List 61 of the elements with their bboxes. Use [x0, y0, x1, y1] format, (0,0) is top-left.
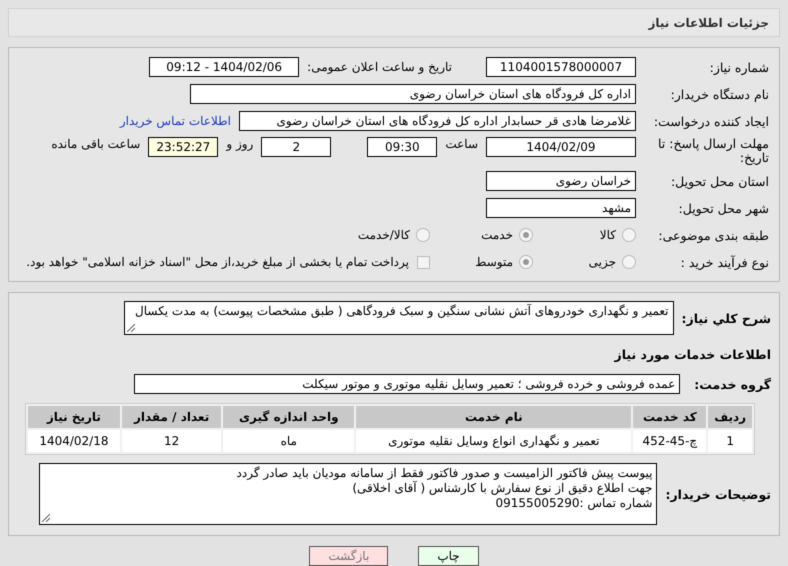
field-label: تاریخ و ساعت اعلان عمومی:: [307, 60, 452, 74]
province-field: خراسان رضوی: [486, 171, 636, 191]
field-label: گروه خدمت:: [694, 376, 771, 392]
table-cell: 1404/02/18: [28, 430, 120, 452]
radio-button[interactable]: [622, 228, 636, 242]
field-label: توضیحات خریدار:: [665, 486, 771, 502]
print-button[interactable]: چاپ: [418, 546, 479, 566]
contact-link[interactable]: اطلاعات تماس خریدار: [120, 114, 231, 128]
column-header: تاریخ نیاز: [28, 406, 120, 428]
table-cell: تعمیر و نگهداری انواع وسایل نقلیه موتوری: [356, 430, 632, 452]
field-label: مهلت ارسال پاسخ: تا تاریخ:: [657, 137, 769, 165]
table-cell: چ-45-452: [633, 430, 706, 452]
option-label: خدمت: [481, 228, 513, 242]
checkbox-label: پرداخت تمام یا بخشی از مبلغ خرید،از محل "اسناد خزانه اسلامی" خواهد بود.: [26, 255, 409, 269]
need-number-field: 1104001578000007: [486, 57, 636, 77]
option-label: متوسط: [475, 255, 513, 269]
option-label: کالا: [600, 228, 616, 242]
resize-grip-icon: [42, 514, 50, 522]
note-line: پیوست پیش فاکتور الزامیست و صدور فاکتور فقط از سامانه مودیان باید صادر گردد: [236, 466, 652, 481]
field-label: شرح کلي نیاز:: [682, 311, 771, 326]
note-line: شماره تماس :09155005290: [494, 496, 652, 511]
field-label: شماره نیاز:: [708, 60, 769, 74]
radio-button[interactable]: [416, 228, 430, 242]
radio-button[interactable]: [622, 255, 636, 269]
requester-field: غلامرضا هادی قر حسابدار اداره کل فرودگاه های استان خراسان رضوی: [239, 111, 636, 131]
column-header: ردیف: [708, 406, 752, 428]
announce-date-field: 1404/02/06 - 09:12: [149, 57, 300, 77]
table-cell: 12: [122, 430, 222, 452]
field-label: استان محل تحویل:: [670, 174, 769, 188]
field-label: ساعت باقی مانده: [51, 137, 140, 151]
remaining-time-field: 23:52:27: [148, 137, 218, 157]
checkbox[interactable]: [417, 256, 430, 268]
note-line: جهت اطلاع دقیق از نوع سفارش با کارشناس ( آقای اخلاقی): [351, 481, 652, 496]
back-button[interactable]: بازگشت: [309, 546, 388, 566]
service-group-field: عمده فروشی و خرده فروشی ؛ تعمیر وسایل نقلیه موتوری و موتور سیکلت: [134, 374, 680, 394]
column-header: نام خدمت: [356, 406, 632, 428]
field-label: ساعت: [445, 137, 478, 151]
radio-button[interactable]: [519, 255, 533, 269]
column-header: کد خدمت: [633, 406, 706, 428]
field-label: شهر محل تحویل:: [678, 200, 769, 216]
field-label: نوع فرآیند خرید :: [680, 254, 769, 270]
column-header: تعداد / مقدار: [122, 406, 222, 428]
buyer-org-field: اداره کل فرودگاه های استان خراسان رضوی: [190, 84, 636, 104]
field-label: ایجاد کننده درخواست:: [652, 114, 769, 128]
page-title: جزئیات اطلاعات نیاز: [648, 16, 769, 30]
radio-button[interactable]: [519, 228, 533, 242]
city-field: مشهد: [486, 198, 636, 218]
field-label: روز و: [226, 137, 254, 151]
option-label: کالا/خدمت: [358, 228, 410, 242]
column-header: واحد اندازه گیری: [223, 406, 354, 428]
deadline-time-field: 09:30: [367, 137, 438, 157]
option-label: جزیی: [588, 255, 616, 269]
description-field: تعمیر و نگهداری خودروهای آتش نشانی سنگین و سبک فرودگاهی ( طبق مشخصات پیوست) به مدت یکسال: [124, 301, 674, 335]
deadline-date-field: 1404/02/09: [486, 137, 636, 157]
table-cell: 1: [708, 430, 752, 452]
section-title: اطلاعات خدمات مورد نیاز: [614, 346, 771, 362]
table-cell: ماه: [223, 430, 354, 452]
resize-grip-icon: [126, 324, 135, 332]
days-field: 2: [261, 137, 332, 157]
field-label: طبقه بندی موضوعی:: [657, 228, 769, 242]
field-label: نام دستگاه خریدار:: [670, 86, 769, 102]
